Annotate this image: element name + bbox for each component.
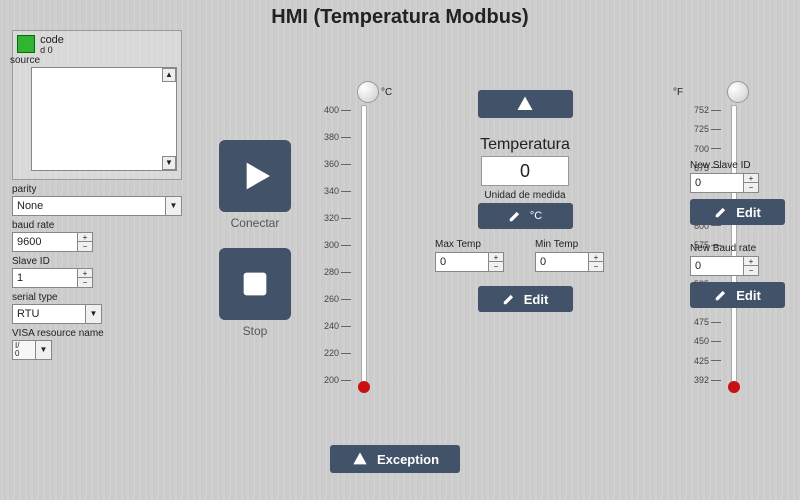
new-baud-input[interactable]: 0 (690, 256, 744, 276)
scale-tick: 752 (685, 105, 727, 115)
scale-tick: 700 (685, 144, 727, 154)
edit-slave-button[interactable]: Edit (690, 199, 785, 225)
max-temp-input[interactable]: 0 (435, 252, 489, 272)
page-title: HMI (Temperatura Modbus) (0, 6, 800, 29)
error-source-cluster: code d 0 source ▲ ▼ (12, 30, 182, 180)
thermometer-tube (361, 105, 367, 385)
slave-label: Slave ID (12, 256, 182, 267)
unit-f-label: °F (673, 87, 683, 98)
scale-tick: 240 (315, 321, 357, 331)
warning-icon (351, 451, 369, 467)
scale-tick: 300 (315, 240, 357, 250)
parity-label: parity (12, 184, 182, 195)
write-settings-panel: New Slave ID 0 +− Edit New Baud rate 0 +… (690, 160, 785, 310)
edit-baud-button[interactable]: Edit (690, 282, 785, 308)
scroll-down-icon[interactable]: ▼ (162, 156, 176, 170)
scale-tick: 475 (685, 317, 727, 327)
thermometer-bulb (358, 381, 370, 393)
chevron-down-icon[interactable]: ▼ (35, 341, 51, 359)
baud-label: baud rate (12, 220, 182, 231)
exception-button[interactable]: Exception (330, 445, 460, 473)
connect-button[interactable] (219, 140, 291, 212)
min-temp-input[interactable]: 0 (535, 252, 589, 272)
scale-tick: 200 (315, 375, 357, 385)
min-temp-stepper[interactable]: +− (589, 252, 604, 272)
serial-label: serial type (12, 292, 182, 303)
scroll-up-icon[interactable]: ▲ (162, 68, 176, 82)
scale-tick: 425 (685, 356, 727, 366)
pencil-icon (714, 288, 728, 302)
new-baud-label: New Baud rate (690, 243, 785, 254)
edit-temp-button[interactable]: Edit (478, 286, 573, 312)
baud-input[interactable]: 9600 (12, 232, 78, 252)
temperature-value: 0 (481, 156, 569, 186)
stop-label: Stop (215, 324, 295, 338)
knob-icon[interactable] (727, 81, 749, 103)
max-temp-label: Max Temp (435, 239, 515, 250)
max-temp-stepper[interactable]: +− (489, 252, 504, 272)
scale-tick: 725 (685, 124, 727, 134)
scale-tick: 360 (315, 159, 357, 169)
new-slave-label: New Slave ID (690, 160, 785, 171)
slave-input[interactable]: 1 (12, 268, 78, 288)
visa-label: VISA resource name (12, 328, 182, 339)
warning-indicator (478, 90, 573, 118)
scale-tick: 400 (315, 105, 357, 115)
control-buttons: Conectar Stop (215, 140, 295, 338)
status-indicator (17, 35, 35, 53)
temperature-cluster: Temperatura 0 Unidad de medida °C Max Te… (425, 90, 625, 314)
scale-tick: 320 (315, 213, 357, 223)
pencil-icon (502, 292, 516, 306)
scale-tick: 450 (685, 336, 727, 346)
config-panel: code d 0 source ▲ ▼ parity None ▼ baud r… (12, 30, 182, 360)
serial-select[interactable]: RTU ▼ (12, 304, 102, 324)
scale-tick: 280 (315, 267, 357, 277)
visa-resource-picker[interactable]: I/0 ▼ (12, 340, 52, 360)
code-field: code d 0 (40, 35, 64, 55)
knob-icon[interactable] (357, 81, 379, 103)
new-slave-stepper[interactable]: +− (744, 173, 759, 193)
pencil-icon (714, 205, 728, 219)
source-label: source (10, 55, 40, 66)
scale-tick: 260 (315, 294, 357, 304)
chevron-down-icon[interactable]: ▼ (85, 305, 101, 323)
scale-tick: 340 (315, 186, 357, 196)
min-temp-label: Min Temp (535, 239, 615, 250)
temperature-label: Temperatura (425, 136, 625, 154)
chevron-down-icon[interactable]: ▼ (165, 197, 181, 215)
thermometer-bulb (728, 381, 740, 393)
scale-tick: 220 (315, 348, 357, 358)
parity-select[interactable]: None ▼ (12, 196, 182, 216)
slave-stepper[interactable]: +− (78, 268, 93, 288)
unit-c-label: °C (381, 87, 392, 98)
unit-label: Unidad de medida (425, 190, 625, 201)
pencil-icon (508, 209, 522, 223)
stop-button[interactable] (219, 248, 291, 320)
source-textarea[interactable]: ▲ ▼ (31, 67, 177, 171)
scale-tick: 392 (685, 375, 727, 385)
connect-label: Conectar (215, 216, 295, 230)
scale-tick: 380 (315, 132, 357, 142)
unit-button[interactable]: °C (478, 203, 573, 229)
new-slave-input[interactable]: 0 (690, 173, 744, 193)
new-baud-stepper[interactable]: +− (744, 256, 759, 276)
baud-stepper[interactable]: +− (78, 232, 93, 252)
